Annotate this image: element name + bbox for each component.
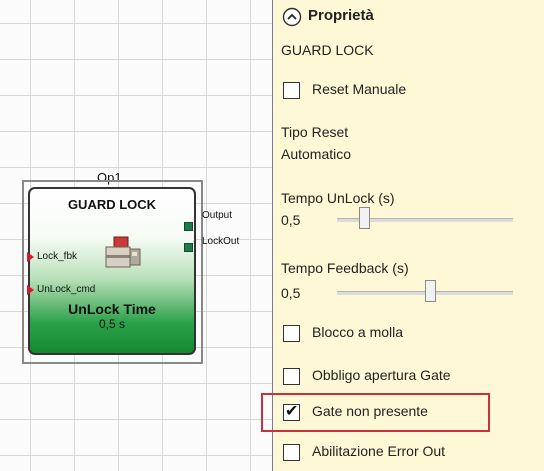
tempo-unlock-slider-thumb[interactable]: [359, 207, 370, 229]
block-title: GUARD LOCK: [67, 197, 157, 212]
unlock-time-value: 0,5 s: [98, 317, 125, 331]
input-label-lock-fbk: Lock_fbk: [37, 251, 78, 262]
gate-non-presente-label: Gate non presente: [312, 403, 428, 419]
reset-manuale-checkbox[interactable]: [283, 82, 300, 99]
tempo-unlock-label: Tempo UnLock (s): [281, 190, 395, 206]
guard-lock-icon: [105, 236, 141, 268]
tipo-reset-value: Automatico: [281, 146, 352, 162]
collapse-chevron-up-icon[interactable]: [282, 7, 302, 27]
properties-panel: Proprietà GUARD LOCK Reset Manuale Tipo …: [261, 0, 544, 471]
input-label-unlock-cmd: UnLock_cmd: [37, 284, 96, 295]
gate-non-presente-checkbox[interactable]: ✔: [283, 403, 300, 421]
tipo-reset-label: Tipo Reset: [281, 124, 349, 140]
tempo-feedback-slider-thumb[interactable]: [425, 280, 436, 302]
blocco-a-molla-checkbox[interactable]: [283, 325, 300, 342]
output-pin-lockout[interactable]: [184, 243, 193, 252]
obbligo-apertura-gate-checkbox[interactable]: [283, 368, 300, 385]
unlock-time-label: UnLock Time: [68, 301, 156, 317]
tempo-feedback-value: 0,5: [281, 285, 301, 301]
output-label-lockout: LockOut: [202, 236, 240, 247]
input-pin-unlock-cmd[interactable]: [27, 285, 34, 295]
abilitazione-error-out-label: Abilitazione Error Out: [312, 443, 446, 459]
component-name: GUARD LOCK: [281, 42, 374, 58]
checkmark-icon: ✔: [285, 403, 299, 420]
abilitazione-error-out-checkbox[interactable]: [283, 444, 300, 461]
input-pin-lock-fbk[interactable]: [27, 252, 34, 262]
reset-manuale-label: Reset Manuale: [312, 81, 407, 97]
tempo-unlock-value: 0,5: [281, 212, 301, 228]
output-pin-output[interactable]: [184, 222, 193, 231]
properties-header: Proprietà: [308, 7, 374, 24]
tempo-feedback-label: Tempo Feedback (s): [281, 260, 409, 276]
guard-lock-block[interactable]: GUARD LOCK Output LockOut Lock_fbk UnLoc…: [27, 187, 239, 355]
blocco-a-molla-label: Blocco a molla: [312, 324, 404, 340]
output-label-output: Output: [202, 210, 233, 221]
obbligo-apertura-gate-label: Obbligo apertura Gate: [312, 367, 451, 383]
diagram-canvas[interactable]: Op1 GUARD LOCK Output LockOut Lock_fbk U…: [0, 0, 272, 471]
